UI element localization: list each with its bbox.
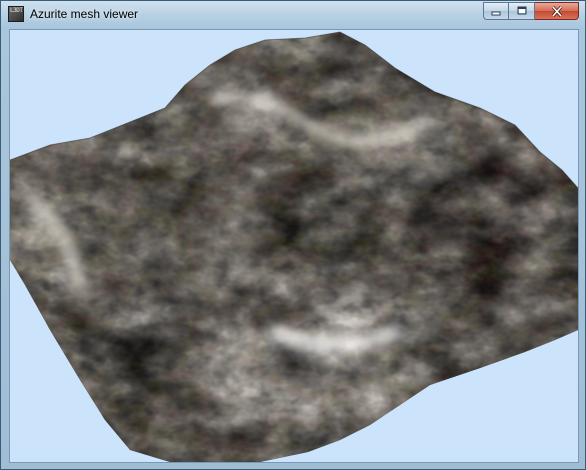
minimize-button[interactable] <box>483 2 509 20</box>
close-icon <box>551 5 562 17</box>
maximize-button[interactable] <box>509 2 535 20</box>
terrain-mesh[interactable] <box>10 30 578 462</box>
app-icon-text: L3DT <box>10 7 23 14</box>
app-icon[interactable]: L3DT <box>8 6 24 22</box>
maximize-icon <box>517 6 526 15</box>
mesh-viewport[interactable] <box>9 29 579 463</box>
close-button[interactable] <box>535 2 579 20</box>
minimize-icon <box>491 11 501 16</box>
title-bar[interactable]: L3DT Azurite mesh viewer <box>1 1 585 29</box>
app-window: L3DT Azurite mesh viewer <box>0 0 586 470</box>
terrain-surface <box>10 32 578 462</box>
caption-buttons <box>483 2 579 20</box>
window-title: Azurite mesh viewer <box>30 7 139 21</box>
